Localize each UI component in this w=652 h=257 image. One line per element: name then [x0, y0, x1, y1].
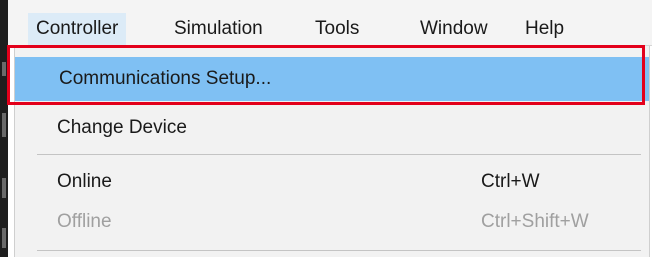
menu-controller[interactable]: Controller — [28, 13, 127, 45]
menu-simulation[interactable]: Simulation — [166, 13, 271, 45]
background-app-mark — [2, 113, 6, 137]
background-app-edge — [0, 0, 8, 257]
menu-tools[interactable]: Tools — [307, 13, 367, 45]
menu-item-label: Communications Setup... — [59, 68, 272, 89]
menu-item-offline: Offline Ctrl+Shift+W — [15, 197, 649, 247]
background-app-mark — [2, 62, 6, 76]
menu-item-communications-setup[interactable]: Communications Setup... — [15, 57, 649, 101]
menu-bar: Controller Simulation Tools Window Help — [8, 0, 652, 46]
menu-window[interactable]: Window — [412, 13, 496, 45]
menu-separator — [37, 154, 641, 155]
controller-dropdown-menu: Communications Setup... Change Device On… — [14, 46, 650, 257]
background-app-mark — [2, 178, 6, 198]
menu-item-shortcut: Ctrl+Shift+W — [481, 211, 589, 232]
menu-item-label: Change Device — [57, 117, 187, 138]
menu-separator — [37, 250, 641, 251]
background-app-mark — [2, 228, 6, 248]
menu-help[interactable]: Help — [517, 13, 572, 45]
menu-item-change-device[interactable]: Change Device — [15, 103, 649, 153]
menu-item-label: Offline — [57, 211, 112, 232]
